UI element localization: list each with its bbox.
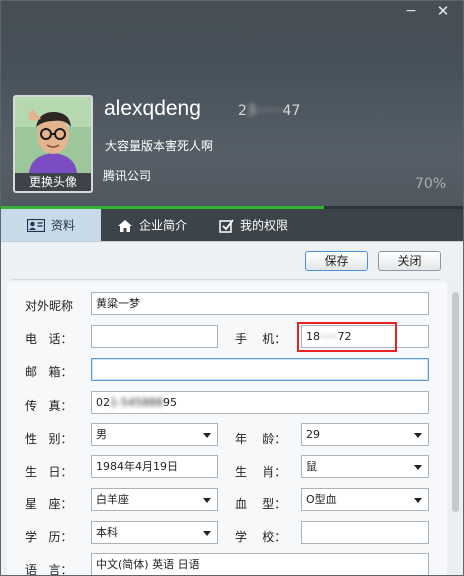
education-label: 学 历： <box>25 530 73 544</box>
phone-label: 电 话： <box>25 332 73 346</box>
company-name: 腾讯公司 <box>103 169 152 183</box>
change-avatar-label[interactable]: 更换头像 <box>15 173 91 191</box>
profile-window: − ✕ 更换头像 alexqdeng 23······47 大容量版本害死人啊 … <box>0 0 464 576</box>
avatar[interactable]: 更换头像 <box>13 95 93 193</box>
age-label: 年 龄： <box>235 432 287 446</box>
fax-suffix: 95 <box>162 396 177 409</box>
phone-field[interactable] <box>91 325 218 348</box>
profile-completion-percent: 70% <box>415 176 447 192</box>
fax-field[interactable]: 021-54588895 <box>91 391 429 414</box>
email-label: 邮 箱： <box>25 365 73 379</box>
save-button[interactable]: 保存 <box>305 251 368 271</box>
tab-company-intro[interactable]: 企业简介 <box>109 209 209 241</box>
tab-my-permissions[interactable]: 我的权限 <box>211 209 311 241</box>
blood-type-select[interactable]: O型血 <box>301 488 429 511</box>
email-field[interactable] <box>91 358 429 381</box>
chevron-down-icon <box>414 498 422 503</box>
fax-prefix: 02 <box>96 396 110 409</box>
school-field[interactable] <box>301 521 429 544</box>
blood-type-value: O型血 <box>306 493 337 506</box>
chevron-down-icon <box>414 465 422 470</box>
language-label: 语 言： <box>25 563 73 576</box>
constellation-label: 星 座： <box>25 497 73 511</box>
checkbox-icon <box>219 218 234 233</box>
gender-select[interactable]: 男 <box>91 423 218 446</box>
blood-type-label: 血 型： <box>235 497 287 511</box>
gender-value: 男 <box>96 428 107 441</box>
age-select[interactable]: 29 <box>301 423 429 446</box>
zodiac-select[interactable]: 鼠 <box>301 455 429 478</box>
education-value: 本科 <box>96 526 118 539</box>
zodiac-value: 鼠 <box>306 460 317 473</box>
constellation-value: 白羊座 <box>96 493 129 506</box>
age-value: 29 <box>306 428 320 441</box>
tab-my-permissions-label: 我的权限 <box>240 218 289 233</box>
language-field[interactable]: 中文(简体) 英语 日语 <box>91 553 429 575</box>
zodiac-label: 生 肖： <box>235 465 287 479</box>
fax-label: 传 真： <box>25 399 73 413</box>
birthday-label: 生 日： <box>25 465 73 479</box>
profile-card-icon <box>27 219 45 232</box>
gender-label: 性 别： <box>25 432 73 446</box>
education-select[interactable]: 本科 <box>91 521 218 544</box>
qq-number-suffix: 47 <box>282 103 301 119</box>
tab-company-intro-label: 企业简介 <box>139 218 188 233</box>
close-icon[interactable]: ✕ <box>429 1 457 21</box>
mobile-label: 手 机： <box>235 332 287 346</box>
toolbar-divider <box>11 279 441 280</box>
chevron-down-icon <box>203 498 211 503</box>
scrollbar-thumb[interactable] <box>452 292 459 512</box>
avatar-photo <box>15 97 91 173</box>
highlight-box <box>297 322 397 352</box>
constellation-select[interactable]: 白羊座 <box>91 488 218 511</box>
qq-number: 23······47 <box>238 103 300 119</box>
profile-header: − ✕ 更换头像 alexqdeng 23······47 大容量版本害死人啊 … <box>1 1 463 207</box>
tab-profile-label: 资料 <box>51 218 76 233</box>
qq-number-masked: 3······ <box>246 103 283 119</box>
chevron-down-icon <box>414 433 422 438</box>
close-button[interactable]: 关闭 <box>378 251 441 271</box>
nickname-label: 对外昵称 <box>25 299 74 313</box>
signature-text[interactable]: 大容量版本害死人啊 <box>105 137 213 154</box>
form-scrollbar[interactable] <box>449 282 461 575</box>
tab-profile[interactable]: 资料 <box>1 209 101 241</box>
chevron-down-icon <box>203 433 211 438</box>
chevron-down-icon <box>203 531 211 536</box>
qq-number-prefix: 2 <box>238 103 247 119</box>
home-icon <box>118 219 132 232</box>
fax-masked: 1-545888 <box>110 396 163 409</box>
tab-bar: 资料 企业简介 我的权限 <box>1 209 463 241</box>
minimize-icon[interactable]: − <box>397 1 425 21</box>
nickname-title: alexqdeng <box>104 97 201 120</box>
header-sheen <box>1 1 463 71</box>
birthday-field[interactable]: 1984年4月19日 <box>91 455 218 478</box>
nickname-field[interactable]: 黄粱一梦 <box>91 292 429 315</box>
school-label: 学 校： <box>235 530 287 544</box>
